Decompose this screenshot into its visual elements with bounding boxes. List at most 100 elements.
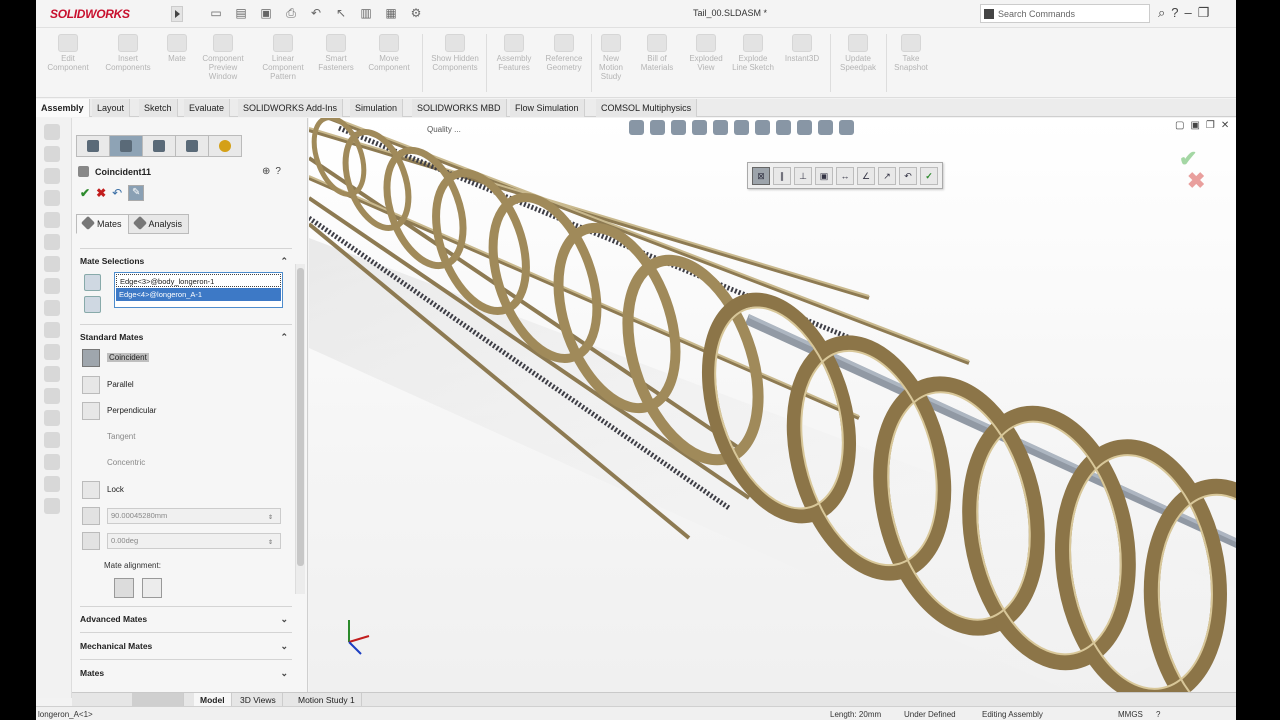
search-commands-input[interactable]: Search Commands [980, 4, 1150, 23]
undo-icon[interactable]: ↶ [306, 5, 326, 22]
distance-icon[interactable]: ↔ [836, 166, 854, 185]
help-icon[interactable]: ? [1156, 710, 1160, 719]
tangent-mate-button[interactable]: Tangent [82, 427, 135, 447]
view-orientation-icon[interactable] [734, 120, 749, 135]
tool-icon[interactable] [44, 432, 60, 448]
scrollbar-thumb[interactable] [297, 268, 304, 566]
options-gear-icon[interactable]: ⚙ [406, 5, 426, 22]
confirm-check-icon[interactable]: ✓ [920, 166, 938, 185]
mechanical-mates-header[interactable]: Mechanical Mates ⌄ [80, 639, 292, 654]
reference-geometry-button[interactable]: Reference Geometry [540, 34, 588, 72]
distance-mate-field[interactable]: 90.00045280mm ⇕ [82, 507, 282, 525]
maximize-icon[interactable]: ❐ [1206, 120, 1215, 131]
tool-icon[interactable] [44, 498, 60, 514]
tab-3d-views[interactable]: 3D Views [234, 693, 283, 707]
minimize-icon[interactable]: – [1185, 5, 1192, 21]
tool-icon[interactable] [44, 168, 60, 184]
rebuild-icon[interactable]: ▥ [356, 5, 376, 22]
hide-show-items-icon[interactable] [776, 120, 791, 135]
component-preview-button[interactable]: Component Preview Window [196, 34, 250, 81]
search-icon[interactable]: ⌕ [1158, 5, 1165, 21]
tool-icon[interactable] [44, 146, 60, 162]
detailed-preview-icon[interactable]: ⊕ [262, 166, 270, 177]
spin-arrows-icon[interactable]: ⇕ [268, 536, 278, 546]
property-manager-scrollbar[interactable] [295, 264, 305, 594]
dynamic-annotation-icon[interactable] [713, 120, 728, 135]
mate-selections-header[interactable]: Mate Selections ⌃ [80, 254, 292, 269]
select-icon[interactable]: ↖ [331, 5, 351, 22]
undo-icon[interactable]: ↶ [899, 166, 917, 185]
tool-icon[interactable] [44, 322, 60, 338]
parallel-mate-button[interactable]: Parallel [82, 375, 134, 395]
exploded-view-button[interactable]: Exploded View [684, 34, 728, 72]
move-component-button[interactable]: Move Component [362, 34, 416, 72]
tab-evaluate[interactable]: Evaluate [184, 99, 231, 117]
tool-icon[interactable] [44, 366, 60, 382]
tool-icon[interactable] [44, 234, 60, 250]
anti-aligned-button[interactable] [142, 578, 162, 598]
help-icon[interactable]: ? [275, 166, 281, 177]
display-style-icon[interactable] [755, 120, 770, 135]
tab-analysis[interactable]: Analysis [127, 214, 190, 234]
property-manager-tab[interactable] [109, 135, 143, 157]
angle-mate-field[interactable]: 0.00deg ⇕ [82, 532, 282, 550]
explode-line-sketch-button[interactable]: Explode Line Sketch [730, 34, 776, 72]
previous-view-icon[interactable] [671, 120, 686, 135]
tool-icon[interactable] [44, 278, 60, 294]
tool-icon[interactable] [44, 344, 60, 360]
tool-icon[interactable] [44, 454, 60, 470]
spin-arrows-icon[interactable]: ⇕ [268, 511, 278, 521]
dimxpert-tab[interactable] [175, 135, 209, 157]
help-icon[interactable]: ? [1171, 5, 1178, 21]
configuration-manager-tab[interactable] [142, 135, 176, 157]
tab-solidworks-add-ins[interactable]: SOLIDWORKS Add-Ins [238, 99, 344, 117]
tile-icon[interactable]: ▣ [1190, 120, 1199, 131]
tab-simulation[interactable]: Simulation [350, 99, 404, 117]
tab-model[interactable]: Model [194, 693, 232, 707]
display-manager-tab[interactable] [208, 135, 242, 157]
tab-sketch[interactable]: Sketch [139, 99, 178, 117]
new-document-icon[interactable]: ▭ [206, 5, 226, 22]
angle-icon[interactable]: ∠ [857, 166, 875, 185]
new-motion-study-button[interactable]: New Motion Study [594, 34, 628, 81]
instant3d-button[interactable]: Instant3D [780, 34, 824, 63]
tool-icon[interactable] [44, 388, 60, 404]
menu-flyout-arrow-icon[interactable] [171, 6, 183, 22]
parallel-icon[interactable]: ∥ [773, 166, 791, 185]
show-hidden-button[interactable]: Show Hidden Components [428, 34, 482, 72]
restore-icon[interactable]: ❐ [1198, 5, 1210, 21]
bill-of-materials-button[interactable]: Bill of Materials [634, 34, 680, 72]
advanced-mates-header[interactable]: Advanced Mates ⌄ [80, 612, 292, 627]
concentric-mate-button[interactable]: Concentric [82, 453, 145, 473]
take-snapshot-button[interactable]: Take Snapshot [888, 34, 934, 72]
lock-mate-button[interactable]: Lock [82, 480, 124, 500]
feature-manager-tab[interactable] [76, 135, 110, 157]
mate-selections-list[interactable]: Edge<3>@body_longeron-1 Edge<4>@longeron… [114, 272, 283, 308]
tail-assembly-model[interactable] [309, 118, 1236, 692]
tool-icon[interactable] [44, 212, 60, 228]
tool-icon[interactable] [44, 190, 60, 206]
tool-icon[interactable] [44, 124, 60, 140]
lock-icon[interactable]: ▣ [815, 166, 833, 185]
confirmation-cancel-icon[interactable]: ✖ [1187, 168, 1205, 194]
multiple-mate-icon[interactable] [84, 296, 101, 313]
update-speedpak-button[interactable]: Update Speedpak [834, 34, 882, 72]
tab-scroll-arrows[interactable] [132, 693, 184, 707]
tab-layout[interactable]: Layout [92, 99, 131, 117]
zoom-to-fit-icon[interactable] [629, 120, 644, 135]
distance-input[interactable]: 90.00045280mm ⇕ [107, 508, 281, 524]
smart-fasteners-button[interactable]: Smart Fasteners [312, 34, 360, 72]
file-properties-icon[interactable]: ▦ [381, 5, 401, 22]
coincident-mate-button[interactable]: Coincident [82, 348, 149, 368]
aligned-button[interactable] [114, 578, 134, 598]
tab-flow-simulation[interactable]: Flow Simulation [510, 99, 585, 117]
edit-appearance-icon[interactable] [797, 120, 812, 135]
angle-input[interactable]: 0.00deg ⇕ [107, 533, 281, 549]
insert-components-button[interactable]: Insert Components [100, 34, 156, 72]
restore-icon[interactable]: ▢ [1175, 120, 1184, 131]
tool-icon[interactable] [44, 410, 60, 426]
print-icon[interactable]: ⎙ [281, 5, 301, 22]
tool-icon[interactable] [44, 476, 60, 492]
save-icon[interactable]: ▣ [256, 5, 276, 22]
perpendicular-mate-button[interactable]: Perpendicular [82, 401, 156, 421]
